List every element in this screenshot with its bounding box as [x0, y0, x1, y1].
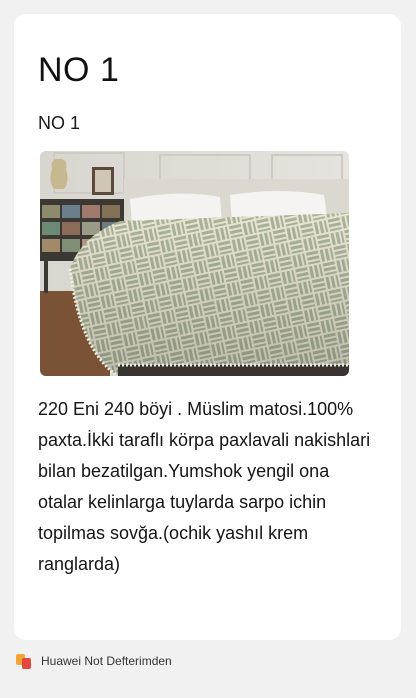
note-subtitle: NO 1	[38, 113, 81, 133]
product-photo[interactable]	[40, 151, 349, 376]
note-card: NO 1 NO 1 220 Eni 240 böyi . Müslim mato…	[14, 14, 401, 640]
note-title: NO 1	[38, 51, 120, 89]
note-source-footer: Huawei Not Defterimden	[16, 652, 172, 670]
source-app-label: Huawei Not Defterimden	[41, 654, 172, 668]
note-body-text: 220 Eni 240 böyi . Müslim matosi.100% pa…	[38, 399, 371, 574]
huawei-notepad-icon	[16, 653, 31, 669]
